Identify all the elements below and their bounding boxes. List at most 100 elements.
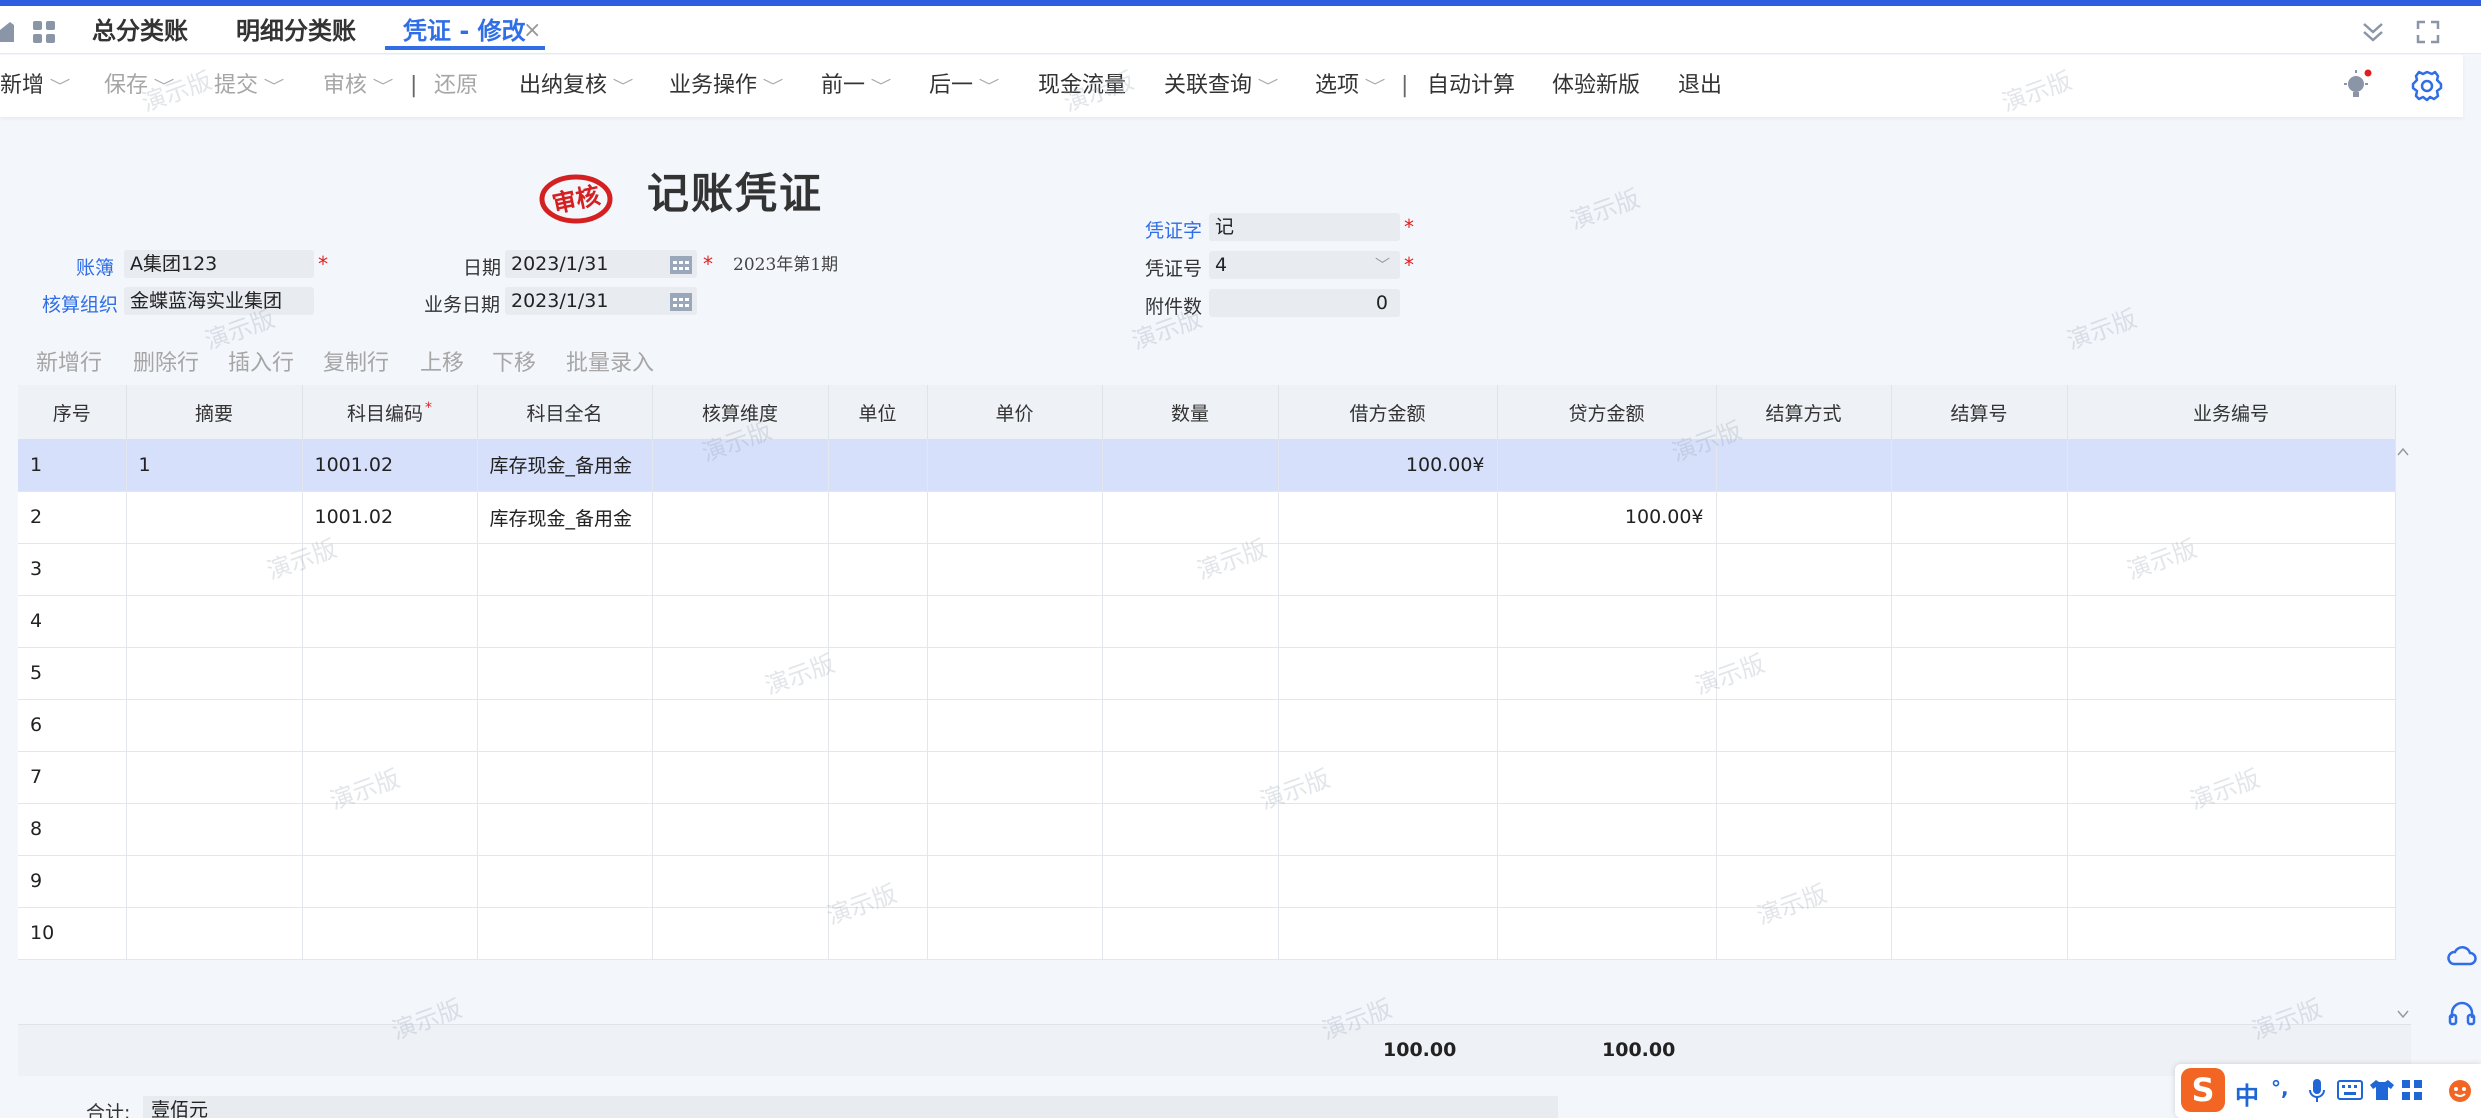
ime-logo[interactable]: S: [2181, 1068, 2225, 1112]
account-name-cell[interactable]: [477, 699, 653, 752]
business-no-cell[interactable]: [2067, 439, 2396, 492]
dimension-cell[interactable]: [652, 803, 829, 856]
table-row[interactable]: 1 1 1001.02 库存现金_备用金 100.00¥: [18, 439, 2396, 492]
microphone-icon[interactable]: [2307, 1078, 2327, 1104]
business-no-cell[interactable]: [2067, 907, 2396, 960]
quantity-cell[interactable]: [1102, 907, 1279, 960]
credit-amount-cell[interactable]: [1497, 751, 1717, 804]
settlement-no-cell[interactable]: [1891, 491, 2068, 544]
column-header[interactable]: 科目编码 *: [302, 385, 478, 439]
business-no-cell[interactable]: [2067, 647, 2396, 700]
summary-cell[interactable]: [126, 855, 303, 908]
credit-amount-cell[interactable]: [1497, 595, 1717, 648]
cloud-icon[interactable]: [2446, 940, 2478, 972]
credit-amount-cell[interactable]: [1497, 907, 1717, 960]
add-row-button[interactable]: 新增行: [36, 345, 102, 377]
settlement-method-cell[interactable]: [1716, 907, 1892, 960]
submit-button[interactable]: 提交 ﹀: [214, 69, 284, 103]
column-header[interactable]: 核算维度: [652, 385, 829, 439]
unit-price-cell[interactable]: [927, 855, 1103, 908]
account-code-cell[interactable]: [302, 907, 478, 960]
settlement-no-cell[interactable]: [1891, 855, 2068, 908]
debit-amount-cell[interactable]: [1278, 647, 1498, 700]
debit-amount-cell[interactable]: [1278, 543, 1498, 596]
settlement-method-cell[interactable]: [1716, 855, 1892, 908]
org-label[interactable]: 核算组织: [42, 290, 118, 317]
account-code-cell[interactable]: [302, 595, 478, 648]
settlement-method-cell[interactable]: [1716, 647, 1892, 700]
summary-cell[interactable]: [126, 647, 303, 700]
credit-amount-cell[interactable]: [1497, 855, 1717, 908]
debit-amount-cell[interactable]: [1278, 855, 1498, 908]
quantity-cell[interactable]: [1102, 439, 1279, 492]
quantity-cell[interactable]: [1102, 855, 1279, 908]
unit-cell[interactable]: [828, 751, 928, 804]
row-seq-cell[interactable]: 2: [18, 491, 127, 544]
tab-close-icon[interactable]: ×: [523, 18, 541, 43]
business-no-cell[interactable]: [2067, 491, 2396, 544]
account-name-cell[interactable]: [477, 803, 653, 856]
unit-cell[interactable]: [828, 595, 928, 648]
row-seq-cell[interactable]: 9: [18, 855, 127, 908]
row-seq-cell[interactable]: 8: [18, 803, 127, 856]
debit-amount-cell[interactable]: [1278, 907, 1498, 960]
settlement-method-cell[interactable]: [1716, 699, 1892, 752]
calendar-icon[interactable]: [669, 253, 693, 275]
unit-cell[interactable]: [828, 855, 928, 908]
credit-amount-cell[interactable]: [1497, 439, 1717, 492]
table-row[interactable]: 10: [18, 907, 2396, 960]
try-new-version-button[interactable]: 体验新版: [1552, 69, 1640, 103]
tab-voucher-edit[interactable]: 凭证 - 修改: [385, 14, 545, 50]
column-header[interactable]: 摘要: [126, 385, 303, 439]
unit-price-cell[interactable]: [927, 439, 1103, 492]
voucher-no-select[interactable]: 4 ﹀: [1209, 251, 1400, 279]
settlement-method-cell[interactable]: [1716, 751, 1892, 804]
account-code-cell[interactable]: [302, 855, 478, 908]
unit-price-cell[interactable]: [927, 699, 1103, 752]
column-header[interactable]: 业务编号: [2067, 385, 2396, 439]
move-down-button[interactable]: 下移: [492, 345, 536, 377]
insert-row-button[interactable]: 插入行: [228, 345, 294, 377]
unit-cell[interactable]: [828, 543, 928, 596]
column-header[interactable]: 科目全名: [477, 385, 653, 439]
account-code-cell[interactable]: [302, 803, 478, 856]
unit-cell[interactable]: [828, 803, 928, 856]
batch-entry-button[interactable]: 批量录入: [566, 345, 654, 377]
table-row[interactable]: 6: [18, 699, 2396, 752]
column-header[interactable]: 数量: [1102, 385, 1279, 439]
business-no-cell[interactable]: [2067, 543, 2396, 596]
account-name-cell[interactable]: 库存现金_备用金: [477, 439, 653, 492]
account-name-cell[interactable]: [477, 595, 653, 648]
toolbox-grid-icon[interactable]: [2401, 1079, 2423, 1101]
unit-price-cell[interactable]: [927, 543, 1103, 596]
attach-count-field[interactable]: 0: [1209, 289, 1400, 317]
column-header[interactable]: 结算号: [1891, 385, 2068, 439]
row-seq-cell[interactable]: 7: [18, 751, 127, 804]
restore-button[interactable]: 还原: [434, 69, 478, 103]
account-code-cell[interactable]: 1001.02: [302, 491, 478, 544]
dimension-cell[interactable]: [652, 907, 829, 960]
skin-shirt-icon[interactable]: [2369, 1079, 2395, 1101]
mascot-icon[interactable]: [2447, 1078, 2473, 1104]
credit-amount-cell[interactable]: [1497, 647, 1717, 700]
ledger-label[interactable]: 账簿: [76, 253, 114, 280]
table-row[interactable]: 8: [18, 803, 2396, 856]
column-header[interactable]: 序号: [18, 385, 127, 439]
credit-amount-cell[interactable]: 100.00¥: [1497, 491, 1717, 544]
row-seq-cell[interactable]: 1: [18, 439, 127, 492]
related-query-button[interactable]: 关联查询 ﹀: [1164, 69, 1278, 103]
summary-cell[interactable]: 1: [126, 439, 303, 492]
dimension-cell[interactable]: [652, 699, 829, 752]
dimension-cell[interactable]: [652, 543, 829, 596]
table-row[interactable]: 9: [18, 855, 2396, 908]
ime-language-toggle[interactable]: 中: [2235, 1076, 2259, 1111]
unit-price-cell[interactable]: [927, 751, 1103, 804]
exit-button[interactable]: 退出: [1678, 69, 1722, 103]
scroll-down-icon[interactable]: [2396, 1008, 2410, 1020]
unit-cell[interactable]: [828, 907, 928, 960]
dimension-cell[interactable]: [652, 439, 829, 492]
business-no-cell[interactable]: [2067, 699, 2396, 752]
cashier-review-button[interactable]: 出纳复核 ﹀: [519, 69, 633, 103]
account-name-cell[interactable]: [477, 647, 653, 700]
dimension-cell[interactable]: [652, 595, 829, 648]
